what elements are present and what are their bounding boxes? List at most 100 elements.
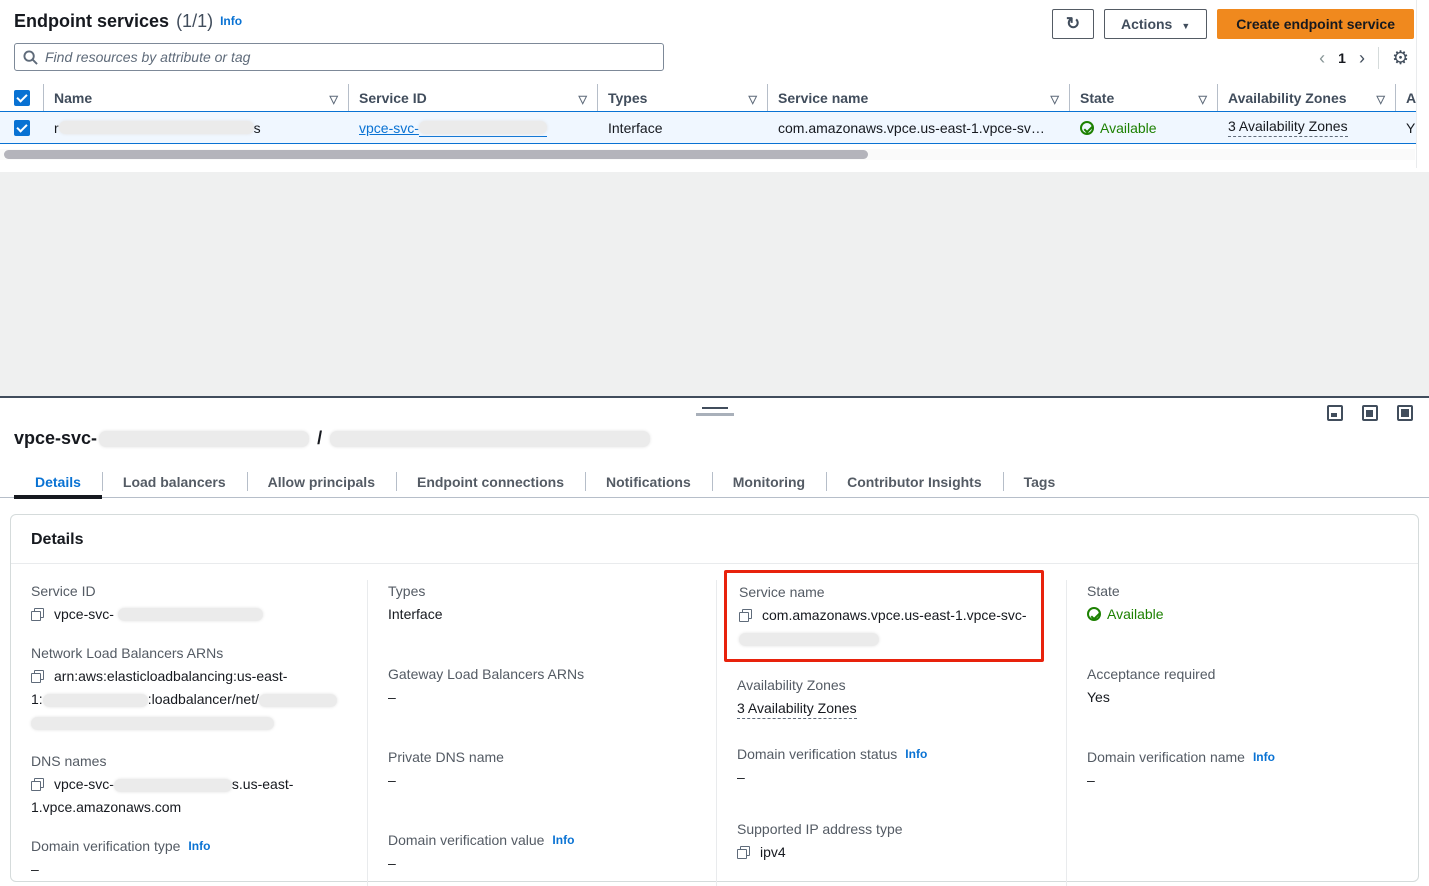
actions-button-label: Actions xyxy=(1121,16,1172,32)
previous-page-icon[interactable] xyxy=(1319,49,1325,67)
sort-icon[interactable] xyxy=(571,90,587,106)
header-actions: Actions Create endpoint service xyxy=(1052,9,1414,39)
field-domain-verification-type: Domain verification type Info – xyxy=(31,835,349,880)
redacted-value xyxy=(59,121,254,134)
copy-icon[interactable] xyxy=(31,778,44,791)
check-circle-icon xyxy=(1087,607,1101,621)
refresh-button[interactable] xyxy=(1052,9,1094,39)
column-header-service-id[interactable]: Service ID xyxy=(349,84,598,111)
tab-details[interactable]: Details xyxy=(14,466,102,497)
panel-size-medium-icon[interactable] xyxy=(1362,405,1378,421)
search-input[interactable] xyxy=(45,44,663,70)
details-card-header: Details xyxy=(11,515,1418,564)
panel-size-large-icon[interactable] xyxy=(1397,405,1413,421)
horizontal-scrollbar[interactable] xyxy=(0,149,1415,160)
panel-size-small-icon[interactable] xyxy=(1327,405,1343,421)
sort-icon[interactable] xyxy=(1043,90,1059,106)
sort-icon[interactable] xyxy=(1191,90,1207,106)
sort-icon[interactable] xyxy=(741,90,757,106)
availability-zones-popover-trigger[interactable]: 3 Availability Zones xyxy=(737,700,857,719)
tab-contributor-insights[interactable]: Contributor Insights xyxy=(826,466,1003,497)
current-page-number[interactable]: 1 xyxy=(1338,50,1346,66)
copy-icon[interactable] xyxy=(737,846,750,859)
caret-down-icon xyxy=(1181,16,1190,32)
field-private-dns-name: Private DNS name – xyxy=(388,746,698,791)
redacted-value xyxy=(43,694,148,707)
copy-icon[interactable] xyxy=(739,609,752,622)
cell-service-id: vpce-svc- xyxy=(349,119,598,137)
redacted-link[interactable] xyxy=(419,119,547,137)
field-domain-verification-status: Domain verification status Info – xyxy=(737,743,1048,788)
check-circle-icon xyxy=(1080,121,1094,135)
panel-title: vpce-svc- / xyxy=(14,428,650,449)
status-badge: Available xyxy=(1080,120,1157,136)
panel-layout-controls xyxy=(1327,405,1413,421)
info-link[interactable]: Info xyxy=(188,835,210,857)
tab-tags[interactable]: Tags xyxy=(1003,466,1077,497)
next-page-icon[interactable] xyxy=(1359,49,1365,67)
content-background xyxy=(0,172,1429,396)
cell-availability-zones: 3 Availability Zones xyxy=(1218,118,1396,137)
copy-icon[interactable] xyxy=(31,670,44,683)
field-supported-ip: Supported IP address type ipv4 xyxy=(737,818,1048,863)
details-column-1: Service ID vpce-svc- Network Load Balanc… xyxy=(11,580,367,886)
cell-service-name: com.amazonaws.vpce.us-east-1.vpce-sv… xyxy=(768,120,1070,136)
field-glb-arns: Gateway Load Balancers ARNs – xyxy=(388,663,698,708)
service-id-link[interactable]: vpce-svc- xyxy=(359,120,419,136)
copy-icon[interactable] xyxy=(31,608,44,621)
info-link[interactable]: Info xyxy=(220,14,242,28)
page-heading: Endpoint services (1/1) Info xyxy=(14,11,242,32)
split-panel: vpce-svc- / Details Load balancers Allow… xyxy=(0,396,1429,886)
tab-monitoring[interactable]: Monitoring xyxy=(712,466,826,497)
tab-load-balancers[interactable]: Load balancers xyxy=(102,466,247,497)
search-box[interactable] xyxy=(14,43,664,71)
sort-icon[interactable] xyxy=(1369,90,1385,106)
field-types: Types Interface xyxy=(388,580,698,625)
field-nlb-arns: Network Load Balancers ARNs arn:aws:elas… xyxy=(31,642,349,733)
settings-gear-icon[interactable] xyxy=(1392,47,1409,70)
sort-icon[interactable] xyxy=(322,90,338,106)
create-endpoint-service-button[interactable]: Create endpoint service xyxy=(1217,9,1414,39)
tab-notifications[interactable]: Notifications xyxy=(585,466,712,497)
details-card-body: Service ID vpce-svc- Network Load Balanc… xyxy=(11,564,1418,886)
tab-bar: Details Load balancers Allow principals … xyxy=(0,466,1429,498)
details-column-3: Service name com.amazonaws.vpce.us-east-… xyxy=(716,580,1066,886)
column-header-service-name[interactable]: Service name xyxy=(768,84,1070,111)
row-checkbox[interactable] xyxy=(14,120,30,136)
actions-button[interactable]: Actions xyxy=(1104,9,1207,39)
tab-endpoint-connections[interactable]: Endpoint connections xyxy=(396,466,585,497)
status-badge: Available xyxy=(1087,603,1400,625)
resource-count: (1/1) xyxy=(176,11,213,32)
redacted-value xyxy=(419,121,547,134)
details-card: Details Service ID vpce-svc- Network L xyxy=(10,514,1419,882)
field-domain-verification-name: Domain verification name Info – xyxy=(1087,746,1400,791)
info-link[interactable]: Info xyxy=(905,743,927,765)
select-all-checkbox[interactable] xyxy=(14,90,30,106)
info-link[interactable]: Info xyxy=(552,829,574,851)
pagination-divider xyxy=(1378,47,1379,69)
table-header-row: Name Service ID Types Service name State… xyxy=(0,84,1429,111)
details-card-title: Details xyxy=(31,531,1398,549)
tab-allow-principals[interactable]: Allow principals xyxy=(247,466,396,497)
field-dns-names: DNS names vpce-svc-s.us-east- 1.vpce.ama… xyxy=(31,750,349,818)
split-panel-drag-handle[interactable] xyxy=(693,407,737,416)
details-column-2: Types Interface Gateway Load Balancers A… xyxy=(367,580,716,886)
page-title: Endpoint services xyxy=(14,11,169,32)
redacted-value xyxy=(739,633,879,646)
vpc-endpoint-services-page: Endpoint services (1/1) Info Actions Cre… xyxy=(0,0,1429,886)
redacted-value xyxy=(114,779,232,792)
field-service-name: Service name com.amazonaws.vpce.us-east-… xyxy=(739,581,1031,649)
horizontal-scrollbar-thumb[interactable] xyxy=(4,150,868,159)
column-header-types[interactable]: Types xyxy=(598,84,768,111)
table-row[interactable]: r s vpce-svc- Interface com.amazonaws.vp… xyxy=(0,111,1429,144)
column-header-name[interactable]: Name xyxy=(44,84,349,111)
field-state: State Available xyxy=(1087,580,1400,625)
redacted-value xyxy=(118,608,263,621)
field-acceptance-required: Acceptance required Yes xyxy=(1087,663,1400,708)
info-link[interactable]: Info xyxy=(1253,746,1275,768)
column-header-availability-zones[interactable]: Availability Zones xyxy=(1218,84,1396,111)
availability-zones-popover-trigger[interactable]: 3 Availability Zones xyxy=(1228,118,1348,137)
cell-state: Available xyxy=(1070,120,1218,136)
column-header-state[interactable]: State xyxy=(1070,84,1218,111)
redacted-value xyxy=(99,431,309,447)
